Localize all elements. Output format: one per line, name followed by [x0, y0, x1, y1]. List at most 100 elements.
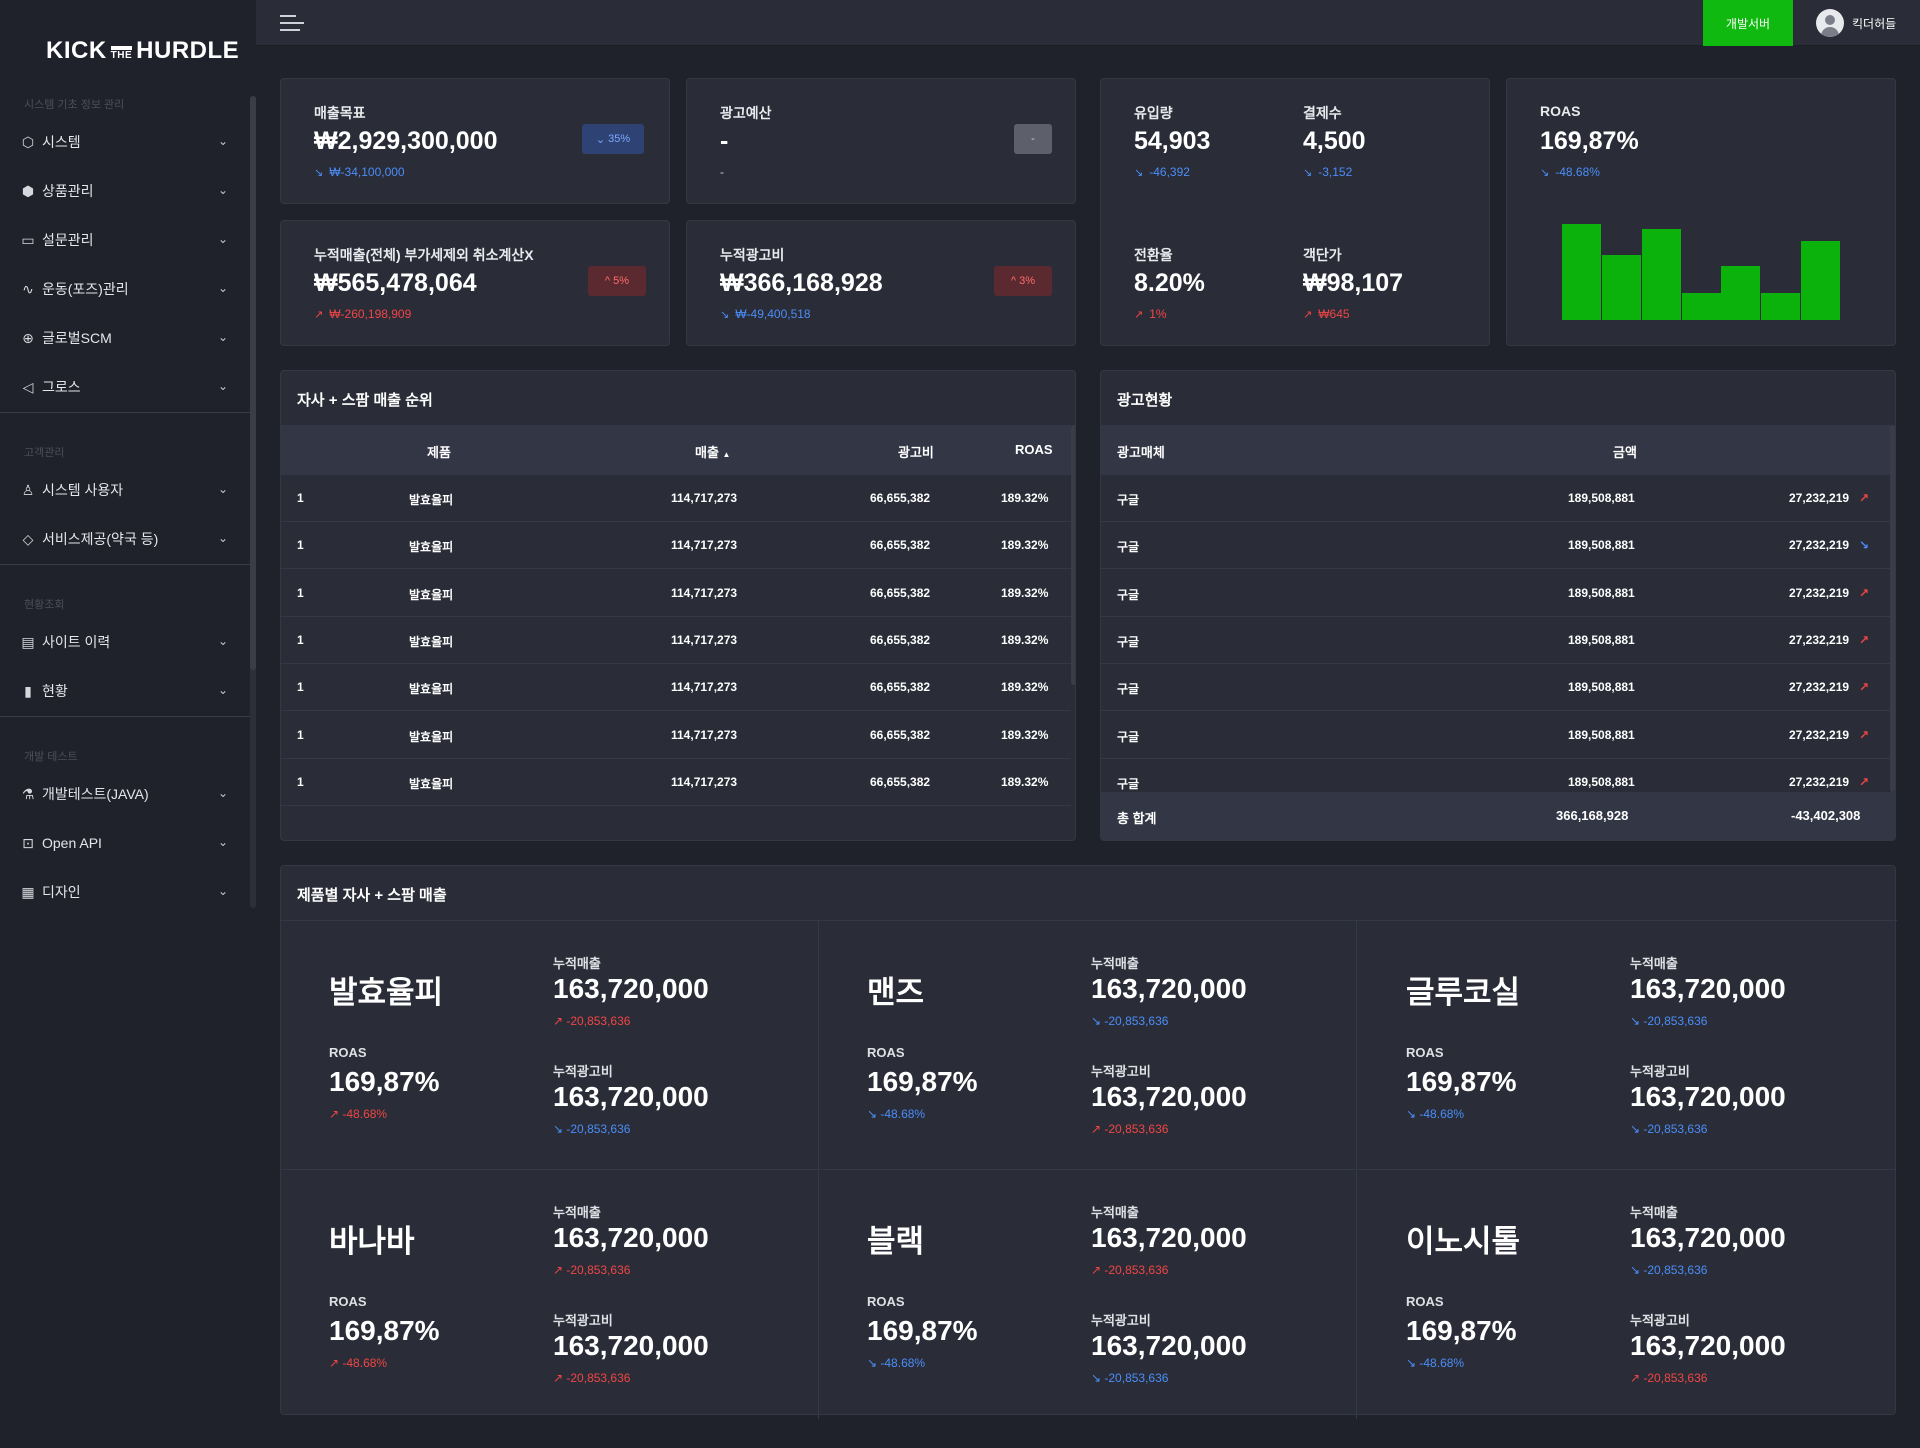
kpi-value: ₩565,478,064 [314, 269, 477, 297]
table-row[interactable]: 구글 189,508,881 27,232,219 ↗ [1101, 712, 1891, 759]
kpi-card-ad-budget: 광고예산 - - - [686, 78, 1076, 204]
sidebar-scrollbar-thumb[interactable] [250, 96, 256, 670]
cell-diff: 27,232,219 [1789, 727, 1850, 742]
product-card[interactable]: 이노시톨 ROAS 169,87% ↘ -48.68% 누적매출 163,720,000 ↘… [1358, 1170, 1896, 1419]
kpi-badge-value: 5% [613, 275, 630, 287]
trend-down-icon: ↘ [314, 166, 324, 179]
product-ad-label: 누적광고비 [1091, 1064, 1151, 1079]
trend-down-icon: ↘ [1091, 1371, 1105, 1385]
chevron-down-icon: ⌄ [217, 330, 228, 344]
table-row[interactable]: 구글 189,508,881 27,232,219 ↗ [1101, 664, 1891, 712]
product-ad-label: 누적광고비 [553, 1064, 613, 1079]
column-header-ad-cost[interactable]: 광고비 [898, 442, 934, 461]
cell-media: 구글 [1117, 776, 1140, 791]
kpi-delta-value: -48.68% [1555, 165, 1600, 179]
kpi-label: 객단가 [1303, 247, 1342, 263]
trend-up-icon: ↗ [553, 1371, 567, 1385]
kpi-value: 8.20% [1134, 269, 1205, 297]
panel-title: 자사 + 스팜 매출 순위 [297, 392, 433, 409]
table-row[interactable]: 1 발효율피 114,717,273 66,655,382 189.32% [281, 522, 1071, 570]
sidebar-item[interactable]: ♙ 시스템 사용자 ⌄ [0, 470, 248, 510]
table-row[interactable]: 1 발효율피 114,717,273 66,655,382 189.32% [281, 664, 1071, 712]
table-scrollbar[interactable] [1071, 425, 1075, 685]
cell-ad-cost: 66,655,382 [870, 774, 931, 789]
total-amount: 366,168,928 [1556, 808, 1629, 823]
sidebar-item[interactable]: ◁ 그로스 ⌄ [0, 367, 248, 407]
product-delta: ↘ -20,853,636 [1630, 1122, 1707, 1136]
sidebar-item[interactable]: ▭ 설문관리 ⌄ [0, 220, 248, 260]
sidebar-item-label: Open API [42, 835, 102, 851]
kpi-delta-value: ₩-34,100,000 [329, 165, 405, 179]
trend-down-icon: ↘ [1630, 1263, 1644, 1277]
user-menu[interactable]: 킥더허들 [1816, 9, 1896, 37]
layout-icon: ▦ [21, 883, 35, 900]
product-card[interactable]: 블랙 ROAS 169,87% ↘ -48.68% 누적매출 163,720,000 ↗ -… [819, 1170, 1357, 1419]
product-ad-value: 163,720,000 [553, 1081, 709, 1112]
trend-up-icon: ↗ [1303, 308, 1313, 321]
column-header-amount[interactable]: 금액 [1613, 442, 1637, 461]
cell-rank: 1 [297, 680, 304, 695]
table-row[interactable]: 구글 189,508,881 27,232,219 ↘ [1101, 522, 1891, 570]
product-card[interactable]: 맨즈 ROAS 169,87% ↘ -48.68% 누적매출 163,720,000 ↘ -… [819, 921, 1357, 1170]
menu-toggle-icon[interactable] [280, 14, 304, 32]
product-delta: ↘ -48.68% [1406, 1356, 1464, 1370]
table-row[interactable]: 1 발효율피 114,717,273 66,655,382 189.32% [281, 475, 1071, 522]
dev-server-button[interactable]: 개발서버 [1703, 0, 1793, 46]
list-icon: ▤ [21, 633, 35, 650]
column-header-roas[interactable]: ROAS [1015, 442, 1053, 457]
product-delta-value: -48.68% [1419, 1107, 1465, 1121]
chart-bar [1721, 266, 1760, 320]
column-header-sales-label: 매출 [695, 445, 719, 460]
product-delta: ↘ -48.68% [1406, 1107, 1464, 1121]
product-delta: ↘ -48.68% [867, 1107, 925, 1121]
sidebar-item-label: 시스템 [42, 134, 81, 150]
cell-amount: 189,508,881 [1568, 680, 1635, 695]
table-row[interactable]: 구글 189,508,881 27,232,219 ↗ [1101, 570, 1891, 617]
table-row[interactable]: 1 발효율피 114,717,273 66,655,382 189.32% [281, 570, 1071, 617]
sidebar-item[interactable]: ▤ 사이트 이력 ⌄ [0, 622, 248, 662]
chevron-down-icon: ⌄ [217, 232, 228, 246]
chevron-down-icon: ⌄ [217, 183, 228, 197]
kpi-value: - [720, 127, 729, 155]
sidebar-item[interactable]: ⬢ 상품관리 ⌄ [0, 171, 248, 211]
sidebar-section-title: 개발 테스트 [24, 751, 78, 763]
kpi-delta: ↘ ₩-49,400,518 [720, 307, 811, 321]
chevron-down-icon: ⌄ [217, 281, 228, 295]
table-row[interactable]: 구글 189,508,881 27,232,219 ↗ [1101, 475, 1891, 522]
logo[interactable]: KICK THE HURDLE [46, 34, 239, 68]
cell-roas: 189.32% [1001, 491, 1049, 505]
sidebar-item[interactable]: ▦ 디자인 ⌄ [0, 872, 248, 912]
column-header-product[interactable]: 제품 [427, 442, 451, 461]
sidebar-item[interactable]: ⬡ 시스템 ⌄ [0, 122, 248, 162]
kpi-label: 누적광고비 [720, 247, 785, 263]
kpi-delta: ↘ -48.68% [1540, 165, 1600, 179]
sidebar-item[interactable]: ⊕ 글로벌SCM ⌄ [0, 318, 248, 358]
product-card[interactable]: 바나바 ROAS 169,87% ↗ -48.68% 누적매출 163,720,000 ↗ … [281, 1170, 819, 1419]
cell-sales: 114,717,273 [671, 632, 738, 647]
sidebar-item[interactable]: ⚗ 개발테스트(JAVA) ⌄ [0, 774, 248, 814]
table-row[interactable]: 1 발효율피 114,717,273 66,655,382 189.32% [281, 712, 1071, 759]
column-header-sales[interactable]: 매출 ▲ [695, 442, 730, 461]
table-row[interactable]: 구글 189,508,881 27,232,219 ↗ [1101, 617, 1891, 664]
sidebar-item[interactable]: ◇ 서비스제공(약국 등) ⌄ [0, 519, 248, 559]
sidebar-divider [0, 412, 250, 413]
cell-ad-cost: 66,655,382 [870, 491, 931, 505]
sidebar-item[interactable]: ⊡ Open API ⌄ [0, 823, 248, 863]
cell-media: 구글 [1117, 493, 1140, 507]
product-name: 바나바 [329, 1224, 415, 1259]
cell-rank: 1 [297, 774, 304, 789]
table-scrollbar[interactable] [1890, 425, 1895, 792]
product-delta: ↘ -20,853,636 [1630, 1014, 1707, 1028]
column-header-media[interactable]: 광고매체 [1117, 442, 1165, 461]
sidebar-item[interactable]: ∿ 운동(포즈)관리 ⌄ [0, 269, 248, 309]
cell-media: 구글 [1117, 587, 1140, 602]
sidebar-item[interactable]: ▮ 현황 ⌄ [0, 671, 248, 711]
table-row[interactable]: 1 발효율피 114,717,273 66,655,382 189.32% [281, 617, 1071, 664]
kpi-label: 광고예산 [720, 105, 772, 121]
trend-down-icon: ↘ [1406, 1107, 1420, 1121]
trend-up-icon: ↗ [1134, 308, 1144, 321]
table-row[interactable]: 1 발효율피 114,717,273 66,655,382 189.32% [281, 759, 1071, 806]
product-card[interactable]: 글루코실 ROAS 169,87% ↘ -48.68% 누적매출 163,720,000 ↘… [1358, 921, 1896, 1170]
trend-down-icon: ↘ [1091, 1014, 1105, 1028]
product-card[interactable]: 발효율피 ROAS 169,87% ↗ -48.68% 누적매출 163,720,000 ↗… [281, 921, 819, 1170]
